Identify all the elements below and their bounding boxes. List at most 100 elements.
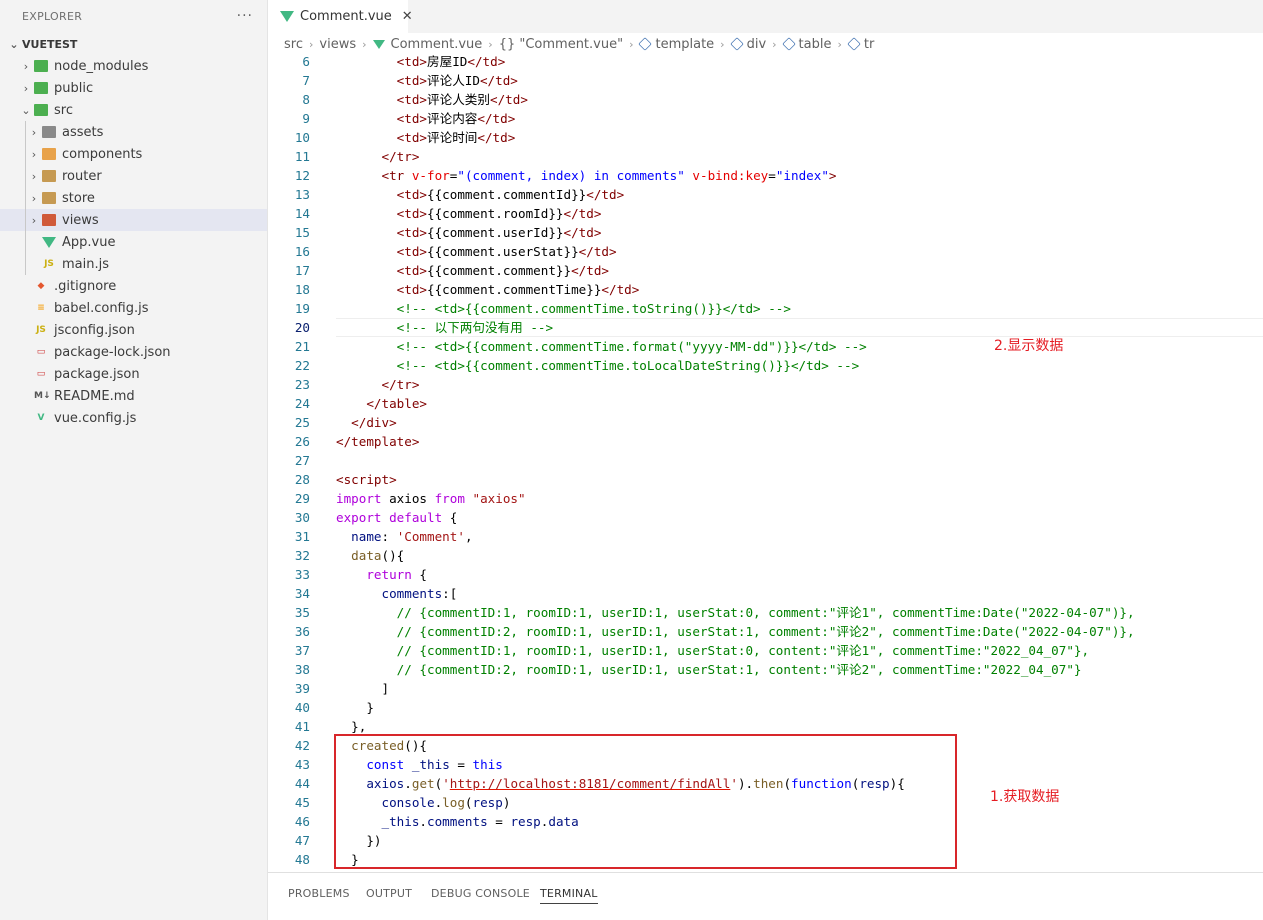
code-line[interactable]: 26 </template> [268,432,1263,451]
code-line[interactable]: 27 [268,451,1263,470]
breadcrumb-item[interactable]: views [319,37,356,52]
code-line[interactable]: 9 <td>评论内容</td> [268,109,1263,128]
code-line[interactable]: 8 <td>评论人类别</td> [268,90,1263,109]
code-line[interactable]: 36 // {commentID:2, roomID:1, userID:1, … [268,622,1263,641]
code-text: <td>房屋ID</td> [396,55,506,69]
line-number: 30 [294,510,310,525]
code-line[interactable]: 40 } [268,698,1263,717]
breadcrumb-item[interactable]: tr [864,37,874,52]
tree-item-label: store [62,190,95,206]
line-number: 17 [294,263,310,278]
tree-item-vue-config-js[interactable]: Vvue.config.js [0,407,267,429]
tree-item-package-lock-json[interactable]: ▭ package-lock.json [0,341,267,363]
tab-terminal[interactable]: TERMINAL [540,887,598,904]
code-line[interactable]: 32 data(){ [268,546,1263,565]
line-number: 21 [294,339,310,354]
code-line[interactable]: 39 ] [268,679,1263,698]
breadcrumb-item[interactable]: Comment.vue [391,37,483,52]
code-line[interactable]: 37 // {commentID:1, roomID:1, userID:1, … [268,641,1263,660]
tree-item-label: App.vue [62,234,116,250]
tree-item-router[interactable]: › router [0,165,267,187]
chevron-right-icon: › [23,81,29,95]
code-line[interactable]: 25 </div> [268,413,1263,432]
code-line[interactable]: 24 </table> [268,394,1263,413]
element-icon [847,37,861,51]
code-line[interactable]: 15 <td>{{comment.userId}}</td> [268,223,1263,242]
code-line[interactable]: 21 <!-- <td>{{comment.commentTime.format… [268,337,1263,356]
code-line[interactable]: 10 <td>评论时间</td> [268,128,1263,147]
code-line[interactable]: 35 // {commentID:1, roomID:1, userID:1, … [268,603,1263,622]
code-line[interactable]: 20 <!-- 以下两句没有用 --> [268,318,1263,337]
code-line[interactable]: 19 <!-- <td>{{comment.commentTime.toStri… [268,299,1263,318]
tree-item-components[interactable]: › components [0,143,267,165]
code-line[interactable]: 33 return { [268,565,1263,584]
js-file-icon: JS [44,259,54,269]
line-number: 40 [294,700,310,715]
line-number: 35 [294,605,310,620]
tree-item-src[interactable]: ⌄ src [0,99,267,121]
tree-item-label: package.json [54,366,140,382]
code-text: <td>{{comment.commentTime}}</td> [396,282,640,297]
line-number: 44 [294,776,310,791]
tree-item-jsconfig-json[interactable]: JS jsconfig.json [0,319,267,341]
code-line[interactable]: 11 </tr> [268,147,1263,166]
chevron-down-icon: ⌄ [9,37,19,51]
code-line[interactable]: 6 <td>房屋ID</td> [268,55,1263,71]
tree-item-public[interactable]: › public [0,77,267,99]
code-text: <!-- 以下两句没有用 --> [396,320,554,335]
code-line[interactable]: 7 <td>评论人ID</td> [268,71,1263,90]
code-line[interactable]: 13 <td>{{comment.commentId}}</td> [268,185,1263,204]
code-line[interactable]: 31 name: 'Comment', [268,527,1263,546]
code-line[interactable]: 17 <td>{{comment.comment}}</td> [268,261,1263,280]
code-text: </div> [351,415,397,430]
line-number: 14 [294,206,310,221]
tree-item-app-vue[interactable]: App.vue [0,231,267,253]
code-text: // {commentID:1, roomID:1, userID:1, use… [396,643,1090,658]
code-line[interactable]: 14 <td>{{comment.roomId}}</td> [268,204,1263,223]
folder-icon [34,82,48,94]
tab-output[interactable]: OUTPUT [366,887,412,900]
code-line[interactable]: 12 <tr v-for="(comment, index) in commen… [268,166,1263,185]
annotation-fetch-data: 1.获取数据 [990,789,1060,805]
tree-item-views[interactable]: › views [0,209,267,231]
tree-item-readme-md[interactable]: M↓ README.md [0,385,267,407]
tab-debug-console[interactable]: DEBUG CONSOLE [431,887,530,900]
code-line[interactable]: 38 // {commentID:2, roomID:1, userID:1, … [268,660,1263,679]
breadcrumb-item[interactable]: template [655,37,714,52]
code-text: <!-- <td>{{comment.commentTime.toLocalDa… [396,358,860,373]
tree-item-main-js[interactable]: JS main.js [0,253,267,275]
more-actions-icon[interactable]: ··· [237,8,253,24]
line-number: 34 [294,586,310,601]
code-line[interactable]: 30 export default { [268,508,1263,527]
tree-item-assets[interactable]: › assets [0,121,267,143]
code-text: <td>{{comment.userId}}</td> [396,225,602,240]
workspace-root[interactable]: ⌄ VUETEST [0,33,267,55]
tab-comment-vue[interactable]: Comment.vue ✕ [268,0,413,33]
breadcrumb-item[interactable]: div [747,37,767,52]
tree-item--gitignore[interactable]: ◆ .gitignore [0,275,267,297]
code-line[interactable]: 22 <!-- <td>{{comment.commentTime.toLoca… [268,356,1263,375]
line-number: 33 [294,567,310,582]
tree-item-babel-config-js[interactable]: ≡ babel.config.js [0,297,267,319]
line-number: 24 [294,396,310,411]
indent-guide [25,187,26,209]
code-line[interactable]: 23 </tr> [268,375,1263,394]
tree-item-package-json[interactable]: ▭ package.json [0,363,267,385]
tree-item-node-modules[interactable]: › node_modules [0,55,267,77]
tab-problems[interactable]: PROBLEMS [288,887,350,900]
breadcrumb-item[interactable]: src [284,37,303,52]
code-line[interactable]: 29 import axios from "axios" [268,489,1263,508]
breadcrumb-item[interactable]: table [799,37,832,52]
code-line[interactable]: 34 comments:[ [268,584,1263,603]
folder-icon [42,214,56,226]
tree-item-store[interactable]: › store [0,187,267,209]
tree-item-label: components [62,146,143,162]
chevron-down-icon: ⌄ [21,103,31,117]
indent-guide [25,253,26,275]
line-number: 36 [294,624,310,639]
close-icon[interactable]: ✕ [402,9,413,24]
breadcrumb-item[interactable]: {} "Comment.vue" [499,37,623,52]
code-line[interactable]: 28 <script> [268,470,1263,489]
code-line[interactable]: 18 <td>{{comment.commentTime}}</td> [268,280,1263,299]
code-line[interactable]: 16 <td>{{comment.userStat}}</td> [268,242,1263,261]
